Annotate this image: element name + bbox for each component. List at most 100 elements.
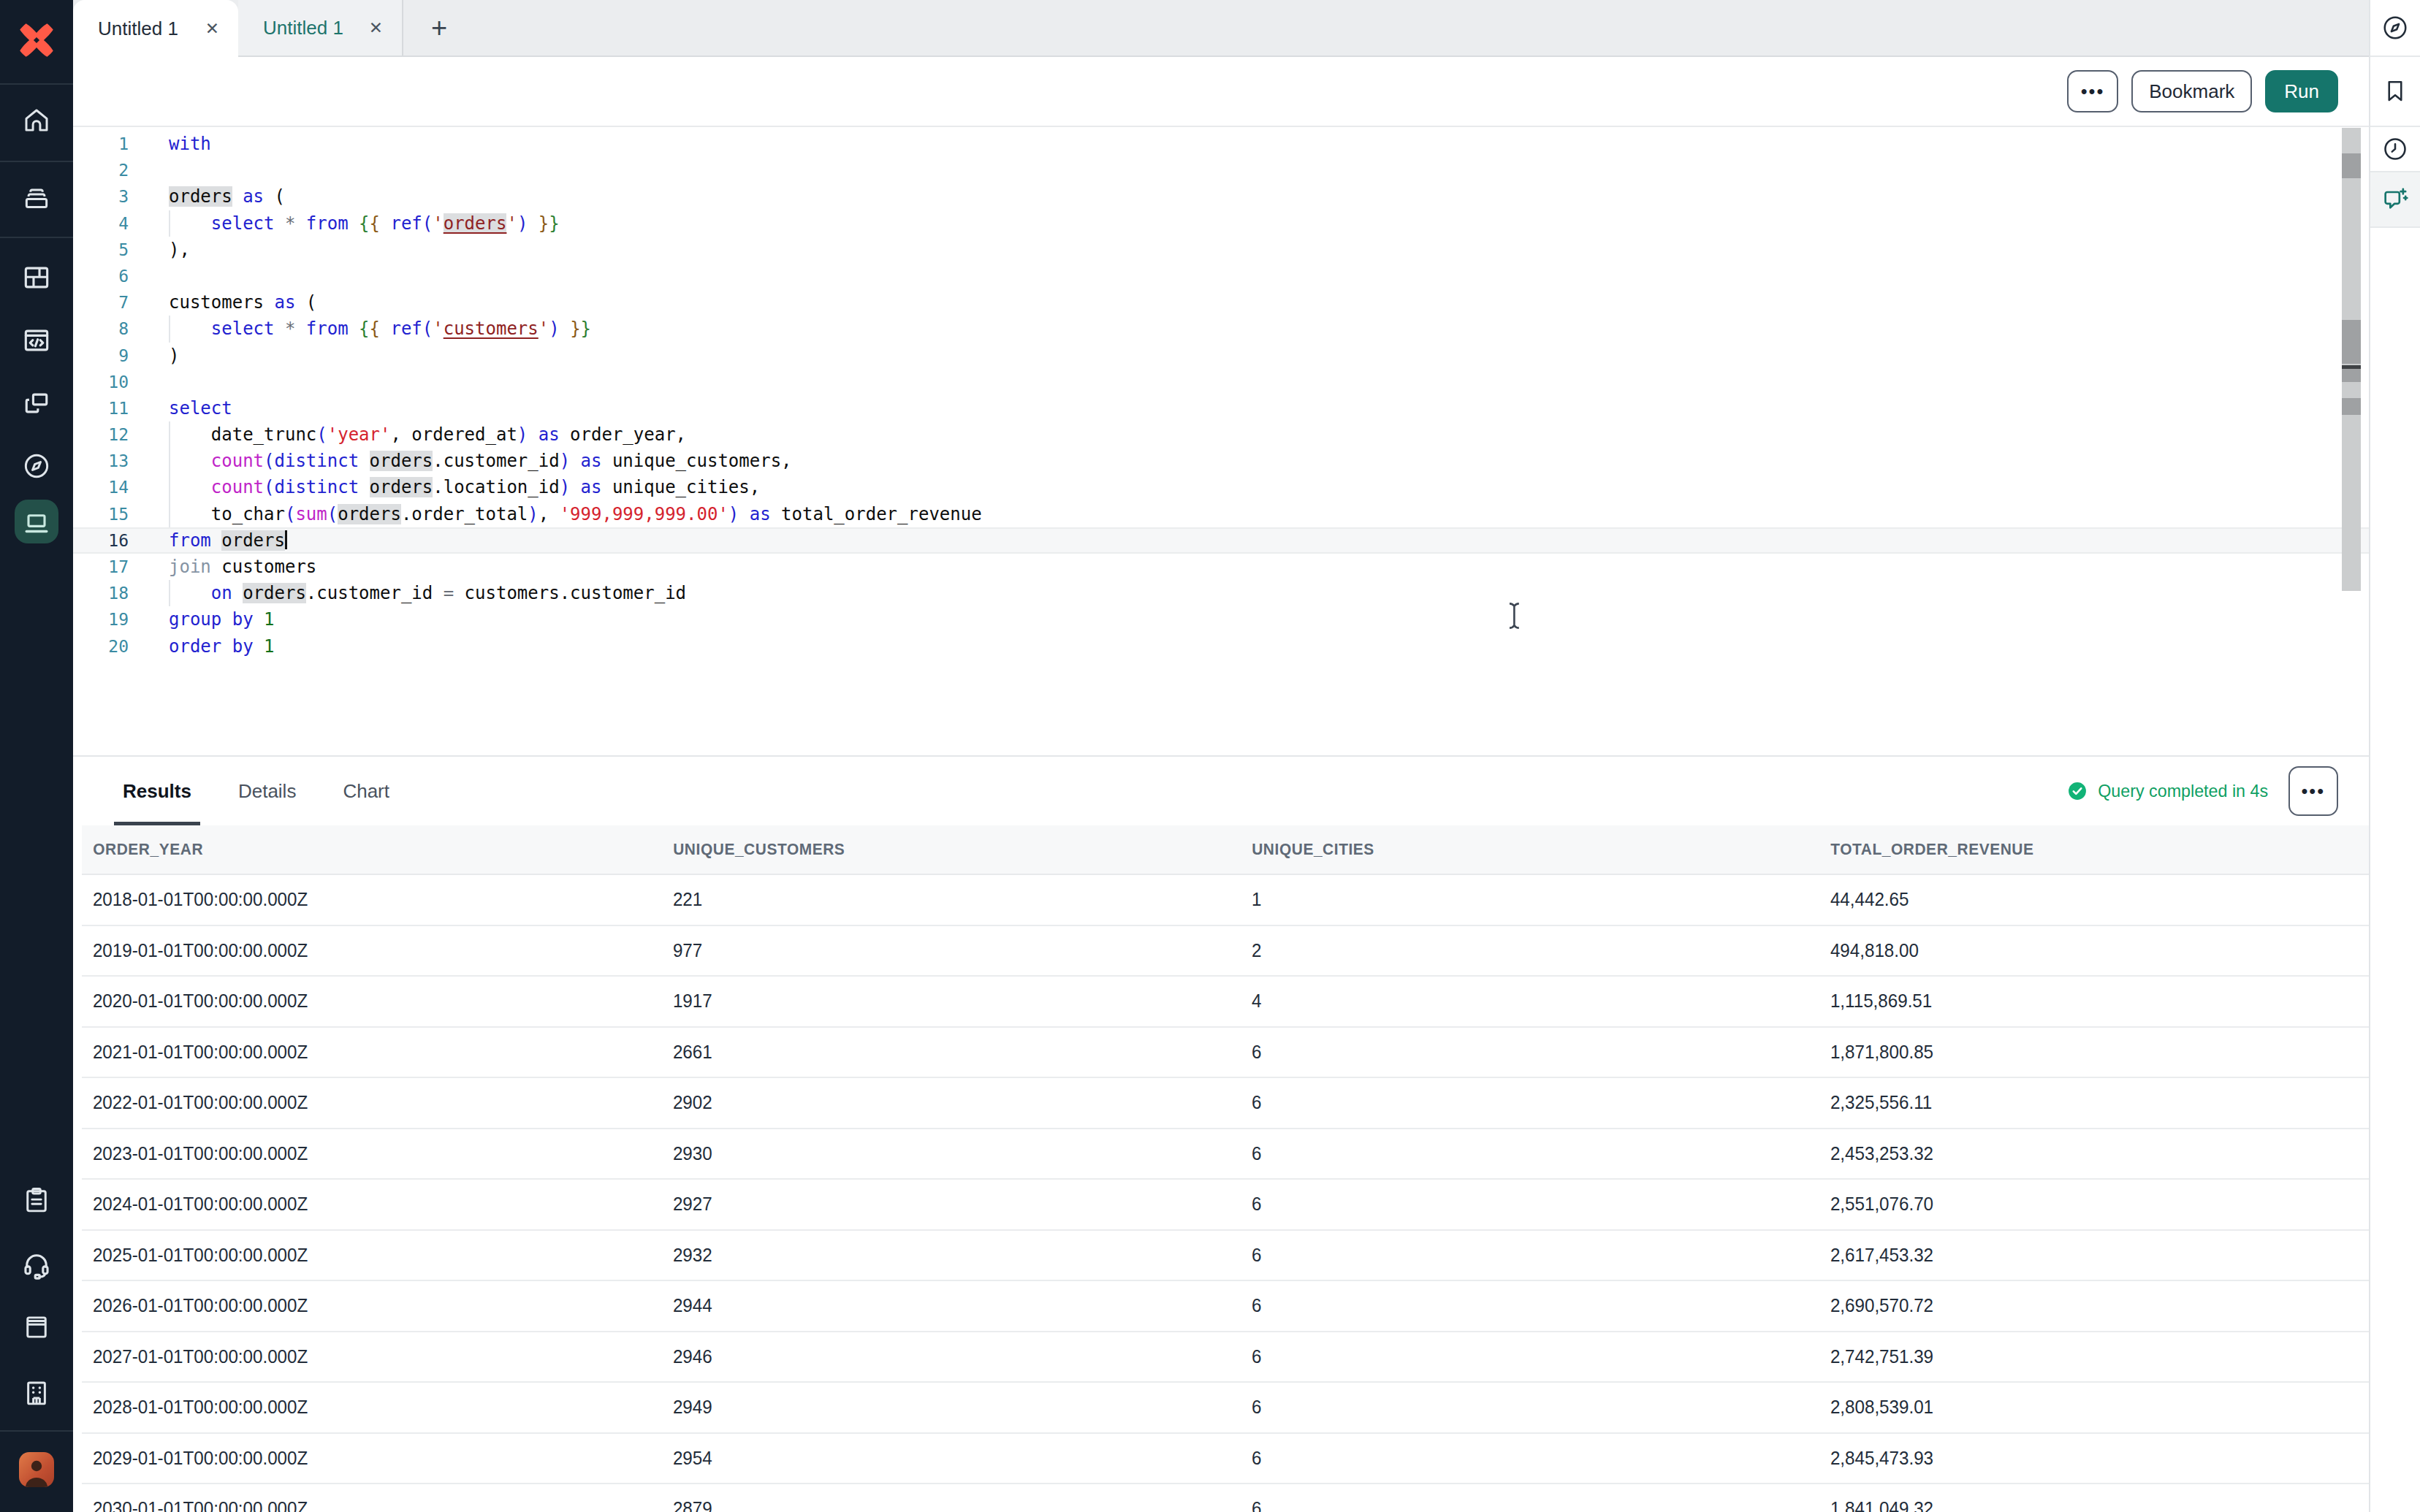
table-cell[interactable]: 2,742,751.39 <box>1819 1345 2330 1368</box>
code-line-11[interactable]: 11select <box>73 395 2369 421</box>
windows-icon[interactable] <box>0 387 73 419</box>
table-row[interactable]: 2021-01-01T00:00:00.000Z 2661 6 1,871,800.8… <box>82 1028 2369 1079</box>
table-cell[interactable]: 6 <box>1241 1041 1779 1064</box>
code-window-icon[interactable] <box>0 324 73 356</box>
code-line-9[interactable]: 9) <box>73 343 2369 369</box>
table-cell[interactable]: 2,845,473.93 <box>1819 1447 2330 1470</box>
code-line-15[interactable]: 15 to_char(sum(orders.order_total), '999… <box>73 501 2369 527</box>
clipboard-icon[interactable] <box>0 1185 73 1215</box>
column-header-unique-cities[interactable]: UNIQUE_CITIES <box>1241 840 1790 859</box>
support-headset-icon[interactable] <box>0 1249 73 1281</box>
table-row[interactable]: 2026-01-01T00:00:00.000Z294462,690,570.7… <box>82 1281 2369 1332</box>
table-cell[interactable]: 1,841,049.32 <box>1819 1497 2330 1512</box>
user-avatar[interactable] <box>19 1452 54 1487</box>
home-icon[interactable] <box>0 105 73 136</box>
table-cell[interactable]: 6 <box>1241 1497 1779 1512</box>
table-row[interactable]: 2023-01-01T00:00:00.000Z293062,453,253.3… <box>82 1129 2369 1180</box>
table-cell[interactable]: 2,808,539.01 <box>1819 1396 2330 1419</box>
table-cell[interactable]: 2026-01-01T00:00:00.000Z <box>82 1294 621 1317</box>
code-line-6[interactable]: 6 <box>73 263 2369 289</box>
table-cell[interactable]: 2879 <box>662 1497 1201 1512</box>
table-cell[interactable]: 2927 <box>662 1193 1201 1215</box>
table-cell[interactable]: 2,453,253.32 <box>1819 1142 2330 1165</box>
table-cell[interactable]: 4 <box>1241 990 1779 1012</box>
table-cell[interactable]: 2 <box>1241 939 1779 962</box>
code-line-18[interactable]: 18 on orders.customer_id = customers.cus… <box>73 580 2369 606</box>
table-cell[interactable]: 6 <box>1241 1345 1779 1368</box>
code-line-12[interactable]: 12 date_trunc('year', ordered_at) as ord… <box>73 421 2369 448</box>
table-row[interactable]: 2029-01-01T00:00:00.000Z 2954 6 2,845,473.9… <box>82 1434 2369 1485</box>
compass-icon[interactable] <box>2370 0 2420 57</box>
table-cell[interactable]: 494,818.00 <box>1819 939 2330 962</box>
table-cell[interactable]: 2027-01-01T00:00:00.000Z <box>82 1345 621 1368</box>
table-row[interactable]: 2019-01-01T00:00:00.000Z9772494,818.00 <box>82 926 2369 977</box>
ai-chat-sparkles-icon[interactable] <box>2370 172 2420 228</box>
workspace-laptop-icon[interactable] <box>15 500 58 543</box>
projects-tray-icon[interactable] <box>0 183 73 213</box>
code-line-20[interactable]: 20order by 1 <box>73 633 2369 660</box>
table-cell[interactable]: 1,871,800.85 <box>1819 1041 2330 1064</box>
table-cell[interactable]: 2932 <box>662 1244 1201 1267</box>
explore-compass-icon[interactable] <box>0 450 73 482</box>
docs-book-icon[interactable] <box>0 1312 73 1343</box>
table-cell[interactable]: 2,325,556.11 <box>1819 1091 2330 1114</box>
table-cell[interactable]: 2,617,453.32 <box>1819 1244 2330 1267</box>
history-clock-icon[interactable] <box>2370 127 2420 172</box>
table-cell[interactable]: 6 <box>1241 1294 1779 1317</box>
table-cell[interactable]: 2025-01-01T00:00:00.000Z <box>82 1244 621 1267</box>
code-line-5[interactable]: 5), <box>73 237 2369 263</box>
table-cell[interactable]: 2029-01-01T00:00:00.000Z <box>82 1447 621 1470</box>
apps-grid-icon[interactable] <box>0 261 73 294</box>
table-cell[interactable]: 6 <box>1241 1244 1779 1267</box>
editor-scrollbar[interactable] <box>2342 128 2361 591</box>
sql-editor[interactable]: 1with23orders as (4 select * from {{ ref… <box>73 127 2369 755</box>
table-cell[interactable]: 2022-01-01T00:00:00.000Z <box>82 1091 621 1114</box>
org-building-icon[interactable] <box>0 1378 73 1408</box>
code-line-7[interactable]: 7customers as ( <box>73 289 2369 316</box>
table-cell[interactable]: 2954 <box>662 1447 1201 1470</box>
table-cell[interactable]: 2030-01-01T00:00:00.000Z <box>82 1497 621 1512</box>
table-row[interactable]: 2030-01-01T00:00:00.000Z 2879 6 1,841,049.3… <box>82 1484 2369 1512</box>
table-cell[interactable]: 1917 <box>662 990 1201 1012</box>
run-button[interactable]: Run <box>2265 70 2338 112</box>
code-line-2[interactable]: 2 <box>73 157 2369 183</box>
column-header-unique-customers[interactable]: UNIQUE_CUSTOMERS <box>662 840 1211 859</box>
column-header-total-order-revenue[interactable]: TOTAL_ORDER_REVENUE <box>1819 840 2341 859</box>
table-row[interactable]: 2022-01-01T00:00:00.000Z 2902 6 2,325,556.1… <box>82 1078 2369 1129</box>
code-line-16[interactable]: 16from orders <box>73 527 2369 554</box>
table-cell[interactable]: 6 <box>1241 1142 1779 1165</box>
table-cell[interactable]: 6 <box>1241 1091 1779 1114</box>
table-row[interactable]: 2024-01-01T00:00:00.000Z292762,551,076.7… <box>82 1180 2369 1231</box>
code-line-8[interactable]: 8 select * from {{ ref('customers') }} <box>73 316 2369 342</box>
table-row[interactable]: 2028-01-01T00:00:00.000Z294962,808,539.0… <box>82 1383 2369 1434</box>
table-cell[interactable]: 2944 <box>662 1294 1201 1317</box>
table-cell[interactable]: 221 <box>662 888 1201 911</box>
table-cell[interactable]: 2028-01-01T00:00:00.000Z <box>82 1396 621 1419</box>
tab-chart[interactable]: Chart <box>343 757 389 825</box>
code-line-10[interactable]: 10 <box>73 369 2369 395</box>
table-cell[interactable]: 2023-01-01T00:00:00.000Z <box>82 1142 621 1165</box>
table-cell[interactable]: 44,442.65 <box>1819 888 2330 911</box>
code-line-14[interactable]: 14 count(distinct orders.location_id) as… <box>73 474 2369 500</box>
bookmark-icon[interactable] <box>2370 57 2420 127</box>
tab-details[interactable]: Details <box>238 757 296 825</box>
code-line-4[interactable]: 4 select * from {{ ref('orders') }} <box>73 210 2369 237</box>
table-row[interactable]: 2027-01-01T00:00:00.000Z294662,742,751.3… <box>82 1332 2369 1383</box>
table-cell[interactable]: 1 <box>1241 888 1779 911</box>
code-line-19[interactable]: 19group by 1 <box>73 606 2369 633</box>
column-header-order-year[interactable]: ORDER_YEAR <box>82 840 633 859</box>
table-cell[interactable]: 6 <box>1241 1193 1779 1215</box>
code-line-17[interactable]: 17join customers <box>73 554 2369 580</box>
table-cell[interactable]: 2019-01-01T00:00:00.000Z <box>82 939 621 962</box>
bookmark-button[interactable]: Bookmark <box>2131 70 2252 112</box>
table-cell[interactable]: 2661 <box>662 1041 1201 1064</box>
code-line-1[interactable]: 1with <box>73 131 2369 157</box>
table-cell[interactable]: 2949 <box>662 1396 1201 1419</box>
table-cell[interactable]: 2902 <box>662 1091 1201 1114</box>
table-cell[interactable]: 2,551,076.70 <box>1819 1193 2330 1215</box>
results-more-button[interactable]: ••• <box>2288 766 2338 816</box>
table-cell[interactable]: 2021-01-01T00:00:00.000Z <box>82 1041 621 1064</box>
table-cell[interactable]: 2018-01-01T00:00:00.000Z <box>82 888 621 911</box>
code-line-13[interactable]: 13 count(distinct orders.customer_id) as… <box>73 448 2369 474</box>
table-cell[interactable]: 6 <box>1241 1447 1779 1470</box>
